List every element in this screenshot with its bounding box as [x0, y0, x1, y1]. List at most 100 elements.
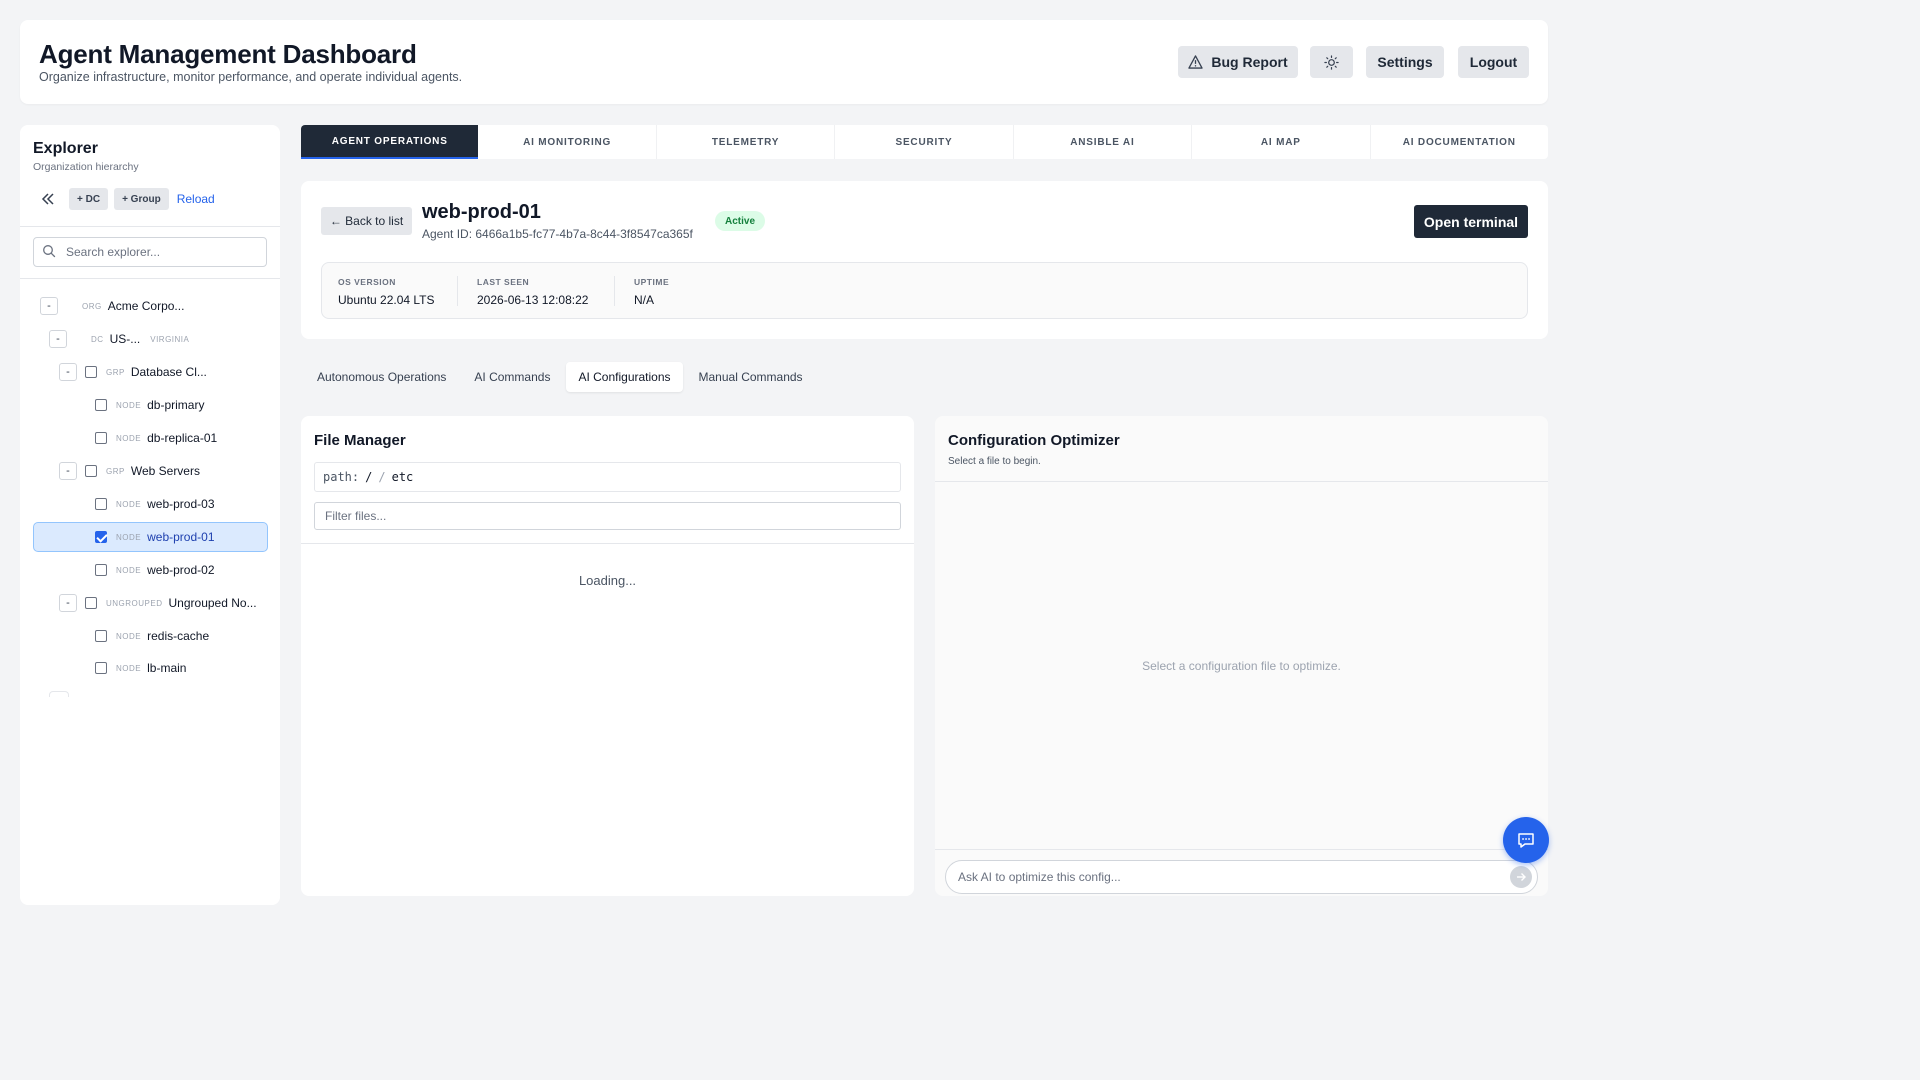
tree-item-node-selected[interactable]: NODE web-prod-01: [95, 522, 215, 552]
tree-toggle[interactable]: -: [40, 297, 58, 315]
meta-uptime: UPTIME N/A: [634, 277, 669, 307]
tree-checkbox[interactable]: [95, 630, 107, 642]
meta-label: LAST SEEN: [477, 277, 530, 287]
meta-divider: [457, 276, 458, 306]
tree-checkbox[interactable]: [95, 662, 107, 674]
tree-name: web-prod-01: [147, 530, 215, 544]
tree-item-node[interactable]: NODE web-prod-03: [95, 489, 215, 519]
path-segment-etc[interactable]: etc: [392, 470, 414, 484]
add-group-button[interactable]: + Group: [114, 188, 169, 210]
tree-item-ungrouped[interactable]: - UNGROUPED Ungrouped No...: [59, 588, 257, 618]
tree-name: Web Servers: [130, 464, 200, 478]
filter-files-input[interactable]: [314, 502, 901, 530]
path-label: path:: [323, 470, 360, 484]
tab-ai-documentation[interactable]: AI DOCUMENTATION: [1371, 125, 1548, 159]
reload-link[interactable]: Reload: [175, 192, 215, 206]
tree-item-node[interactable]: NODE web-prod-02: [95, 555, 215, 585]
page-header: Agent Management Dashboard Organize infr…: [20, 20, 1548, 104]
open-terminal-button[interactable]: Open terminal: [1414, 205, 1528, 238]
tab-security[interactable]: SECURITY: [835, 125, 1014, 159]
tree-toggle[interactable]: -: [59, 363, 77, 381]
divider: [935, 849, 1548, 850]
back-to-list-button[interactable]: ← Back to list: [321, 207, 412, 235]
agent-name: web-prod-01: [422, 201, 541, 223]
tree-type: DC: [91, 334, 104, 344]
meta-last-seen: LAST SEEN 2026-06-13 12:08:22: [477, 277, 588, 307]
tree-checkbox[interactable]: [95, 399, 107, 411]
meta-value: N/A: [634, 293, 655, 307]
subtab-ai-configurations[interactable]: AI Configurations: [566, 362, 683, 392]
tree-type: NODE: [116, 631, 142, 641]
agent-detail-card: ← Back to list web-prod-01 Agent ID: 646…: [301, 181, 1548, 339]
tree-checkbox[interactable]: [85, 366, 97, 378]
tree-name: web-prod-02: [147, 563, 215, 577]
main-tabs: AGENT OPERATIONS AI MONITORING TELEMETRY…: [301, 125, 1548, 159]
subtab-manual-commands[interactable]: Manual Commands: [687, 362, 815, 392]
loading-text: Loading...: [578, 573, 637, 588]
arrow-right-icon: [1517, 873, 1526, 881]
tree-type: NODE: [116, 499, 142, 509]
path-breadcrumb: path: / / etc: [314, 462, 901, 492]
add-dc-button[interactable]: + DC: [69, 188, 109, 210]
meta-divider: [614, 276, 615, 306]
send-button[interactable]: [1510, 866, 1532, 888]
logout-button[interactable]: Logout: [1458, 46, 1529, 78]
optimizer-title: Configuration Optimizer: [948, 432, 1120, 449]
path-root-link[interactable]: /: [365, 470, 372, 484]
tree-item-org[interactable]: - ORG Acme Corpo...: [40, 291, 184, 321]
theme-toggle-button[interactable]: [1310, 46, 1353, 78]
tree-toggle[interactable]: -: [59, 462, 77, 480]
config-optimizer-panel: Configuration Optimizer Select a file to…: [935, 416, 1548, 896]
agent-meta-panel: OS VERSION Ubuntu 22.04 LTS LAST SEEN 20…: [321, 262, 1528, 319]
tree-type: UNGROUPED: [106, 598, 163, 608]
tab-agent-operations[interactable]: AGENT OPERATIONS: [301, 125, 479, 159]
subtab-autonomous-operations[interactable]: Autonomous Operations: [305, 362, 458, 392]
tree-checkbox[interactable]: [85, 465, 97, 477]
tree-toggle[interactable]: -: [49, 330, 67, 348]
tree-item-dc[interactable]: - DC US-... VIRGINIA: [49, 324, 189, 354]
search-icon: [43, 245, 56, 258]
tab-ai-monitoring[interactable]: AI MONITORING: [478, 125, 657, 159]
tree-checkbox[interactable]: [95, 432, 107, 444]
meta-value: 2026-06-13 12:08:22: [477, 293, 589, 307]
meta-value: Ubuntu 22.04 LTS: [338, 293, 435, 307]
tree-item-node[interactable]: NODE redis-cache: [95, 621, 209, 651]
tree-item-node[interactable]: NODE lb-main: [95, 653, 186, 683]
tab-ansible-ai[interactable]: ANSIBLE AI: [1014, 125, 1193, 159]
tree-checkbox[interactable]: [95, 498, 107, 510]
tree-toggle[interactable]: -: [59, 594, 77, 612]
status-badge: Active: [715, 211, 766, 231]
ask-ai-input[interactable]: [945, 860, 1538, 894]
divider: [301, 543, 914, 544]
tree-name: Ungrouped No...: [168, 596, 257, 610]
tree-checkbox-checked[interactable]: [95, 531, 107, 543]
tree-type: NODE: [116, 565, 142, 575]
tree-name: redis-cache: [147, 629, 210, 643]
tree-item-node[interactable]: NODE db-primary: [95, 390, 204, 420]
tree-checkbox[interactable]: [95, 564, 107, 576]
chat-fab-button[interactable]: [1503, 817, 1549, 863]
tree-name: lb-main: [147, 661, 187, 675]
page-subtitle: Organize infrastructure, monitor perform…: [39, 70, 463, 84]
tree-toggle-partial[interactable]: [49, 691, 69, 697]
divider: [20, 226, 280, 227]
tree-tag: VIRGINIA: [150, 334, 190, 344]
tree-name: db-primary: [147, 398, 205, 412]
bug-report-button[interactable]: Bug Report: [1178, 46, 1298, 78]
optimizer-subtitle: Select a file to begin.: [948, 456, 1041, 467]
tree-checkbox[interactable]: [85, 597, 97, 609]
tab-ai-map[interactable]: AI MAP: [1192, 125, 1371, 159]
collapse-sidebar-button[interactable]: [33, 188, 63, 210]
explorer-search-input[interactable]: [66, 243, 261, 261]
subtab-ai-commands[interactable]: AI Commands: [462, 362, 562, 392]
settings-button[interactable]: Settings: [1366, 46, 1444, 78]
tree-type: NODE: [116, 663, 142, 673]
explorer-sidebar: Explorer Organization hierarchy + DC + G…: [20, 125, 280, 905]
tree-item-node[interactable]: NODE db-replica-01: [95, 423, 217, 453]
tree-item-group[interactable]: - GRP Web Servers: [59, 456, 200, 486]
tree-type: GRP: [106, 466, 125, 476]
divider: [935, 481, 1548, 482]
tree-item-group[interactable]: - GRP Database Cl...: [59, 357, 207, 387]
tab-telemetry[interactable]: TELEMETRY: [657, 125, 836, 159]
meta-os-version: OS VERSION Ubuntu 22.04 LTS: [338, 277, 435, 307]
